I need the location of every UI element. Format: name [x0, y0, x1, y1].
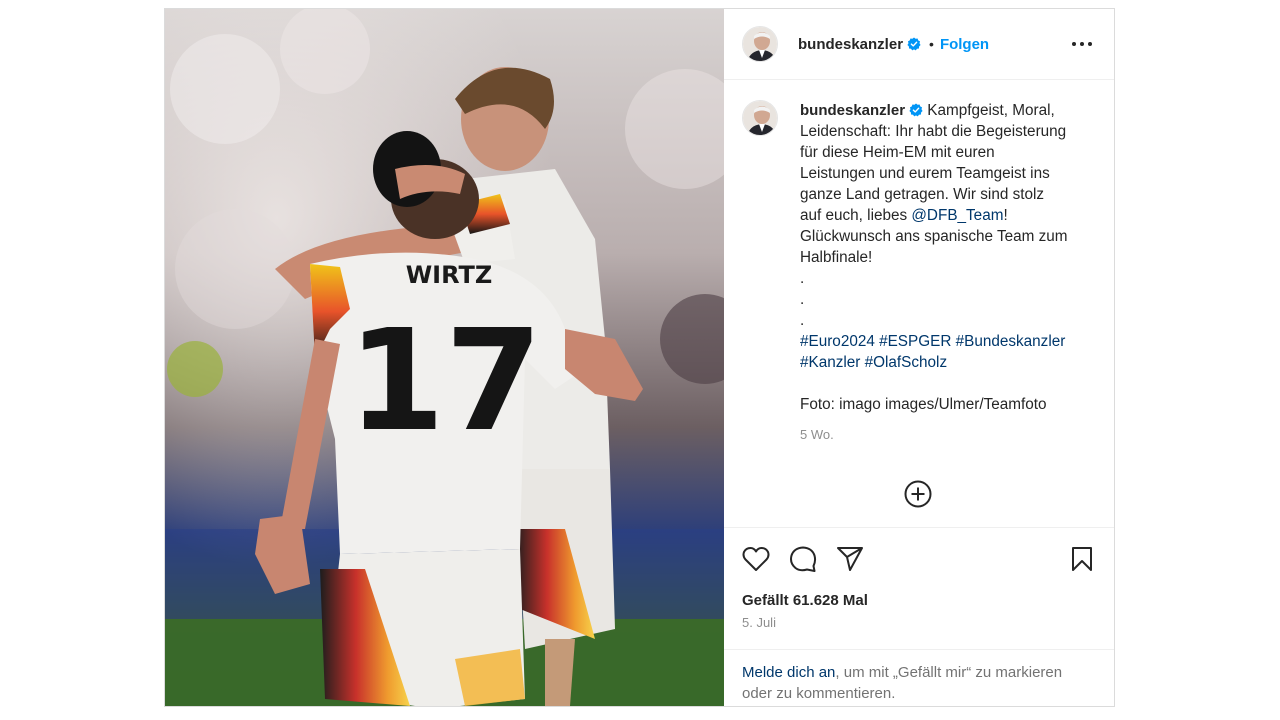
caption-line: . — [800, 312, 805, 329]
post-photo[interactable]: WIRTZ 17 — [165, 9, 724, 706]
likes-count[interactable]: Gefällt 61.628 Mal — [724, 592, 1114, 609]
follow-button[interactable]: Folgen — [940, 36, 989, 53]
share-button[interactable] — [836, 545, 864, 573]
caption-line: Glückwunsch ans spanische Team zum — [800, 228, 1068, 245]
bookmark-icon — [1072, 547, 1092, 571]
profile-photo — [743, 101, 777, 135]
instagram-post: WIRTZ 17 bundeskanzler • Folgen bundeska… — [164, 8, 1115, 707]
caption-line: . — [800, 270, 805, 287]
plus-circle-icon — [904, 480, 932, 508]
save-button[interactable] — [1068, 545, 1096, 573]
post-age[interactable]: 5 Wo. — [800, 424, 1094, 445]
mention-link[interactable]: @DFB_Team — [911, 207, 1003, 224]
caption-line: für diese Heim-EM mit euren — [800, 144, 995, 161]
post-caption: bundeskanzler Kampfgeist, Moral, Leidens… — [800, 100, 1094, 445]
comment-icon — [790, 546, 817, 572]
football-players-image: WIRTZ 17 — [165, 9, 724, 706]
hashtags-link[interactable]: #Euro2024 #ESPGER #Bundeskanzler — [800, 331, 1094, 352]
action-bar — [724, 528, 1114, 590]
post-header: bundeskanzler • Folgen — [724, 9, 1114, 80]
login-link[interactable]: Melde dich an — [742, 664, 835, 681]
verified-badge-icon — [909, 103, 923, 117]
post-side-panel: bundeskanzler • Folgen bundeskanzler Kam… — [724, 9, 1114, 706]
avatar[interactable] — [742, 26, 778, 62]
caption-first-line: Kampfgeist, Moral, — [927, 102, 1055, 119]
send-icon — [837, 547, 863, 571]
caption-line: Leidenschaft: Ihr habt die Begeisterung — [800, 123, 1067, 140]
verified-badge-icon — [907, 37, 921, 51]
jersey-name: WIRTZ — [406, 261, 493, 289]
caption-line: Halbfinale! — [800, 249, 873, 266]
like-button[interactable] — [742, 545, 770, 573]
comment-button[interactable] — [789, 545, 817, 573]
photo-credit: Foto: imago images/Ulmer/Teamfoto — [800, 396, 1047, 413]
heart-icon — [742, 547, 770, 571]
caption-mention-prefix: auf euch, liebes — [800, 207, 912, 224]
more-horizontal-icon — [1072, 42, 1092, 46]
caption-mention-suffix: ! — [1003, 207, 1008, 224]
load-more-comments-button[interactable] — [903, 479, 933, 509]
hashtags-link[interactable]: #Kanzler #OlafScholz — [800, 352, 1094, 373]
more-options-button[interactable] — [1070, 32, 1094, 56]
caption-area: bundeskanzler Kampfgeist, Moral, Leidens… — [724, 80, 1114, 528]
jersey-number: 17 — [348, 300, 543, 463]
profile-photo — [743, 27, 777, 61]
login-prompt: Melde dich an, um mit „Gefällt mir“ zu m… — [724, 649, 1114, 706]
caption-line: ganze Land getragen. Wir sind stolz — [800, 186, 1045, 203]
caption-username[interactable]: bundeskanzler — [800, 102, 905, 119]
caption-avatar[interactable] — [742, 100, 778, 136]
caption-line: Leistungen und eurem Teamgeist ins — [800, 165, 1050, 182]
username[interactable]: bundeskanzler — [798, 36, 903, 53]
caption-line: . — [800, 291, 805, 308]
post-date[interactable]: 5. Juli — [724, 615, 1114, 630]
separator-dot: • — [929, 36, 934, 52]
